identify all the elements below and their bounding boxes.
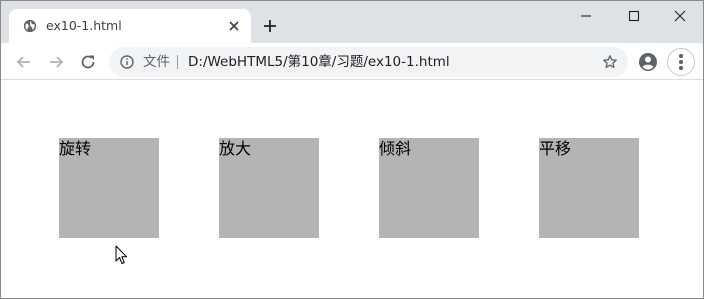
minimize-button[interactable]: [563, 5, 609, 27]
file-scheme-label: 文件: [143, 54, 170, 70]
url-text[interactable]: D:/WebHTML5/第10章/习题/ex10-1.html: [188, 53, 450, 71]
arrow-right-icon: [50, 56, 64, 68]
rotate-box[interactable]: 旋转: [59, 138, 159, 238]
maximize-icon: [628, 10, 640, 22]
maximize-button[interactable]: [611, 5, 657, 27]
translate-box[interactable]: 平移: [539, 138, 639, 238]
menu-dot: [679, 66, 683, 70]
tab-close-icon[interactable]: [227, 19, 241, 33]
address-bar[interactable]: 文件 D:/WebHTML5/第10章/习题/ex10-1.html: [109, 47, 628, 77]
reload-button[interactable]: [76, 50, 100, 74]
box-label: 放大: [219, 139, 252, 158]
browser-menu-button[interactable]: [667, 48, 695, 76]
page-viewport: 旋转 放大 倾斜 平移: [1, 81, 703, 298]
active-tab[interactable]: ex10-1.html: [9, 9, 251, 43]
menu-dot: [679, 54, 683, 58]
minimize-icon: [581, 15, 591, 17]
reload-icon: [81, 55, 95, 69]
globe-icon: [23, 19, 37, 33]
skew-box[interactable]: 倾斜: [379, 138, 479, 238]
box-label: 旋转: [59, 139, 92, 158]
close-window-button[interactable]: [657, 5, 703, 27]
star-icon[interactable]: [602, 54, 618, 70]
box-label: 倾斜: [379, 139, 412, 158]
tab-strip: ex10-1.html: [1, 1, 703, 43]
forward-button[interactable]: [44, 50, 68, 74]
scale-box[interactable]: 放大: [219, 138, 319, 238]
mouse-pointer-icon: [115, 245, 127, 264]
info-icon[interactable]: [120, 55, 134, 69]
box-label: 平移: [539, 139, 572, 158]
arrow-left-icon: [16, 56, 30, 68]
profile-avatar-icon[interactable]: [638, 52, 658, 72]
tab-title: ex10-1.html: [46, 18, 122, 33]
menu-dot: [679, 60, 683, 64]
omnibox-divider: [177, 55, 178, 69]
close-icon: [674, 10, 686, 22]
back-button[interactable]: [12, 50, 36, 74]
browser-toolbar: 文件 D:/WebHTML5/第10章/习题/ex10-1.html: [1, 43, 703, 80]
browser-window: ex10-1.html 文件 D:/WebHTML5/第10章/习题/ex10-…: [0, 0, 704, 299]
new-tab-plus-icon[interactable]: [260, 16, 280, 36]
